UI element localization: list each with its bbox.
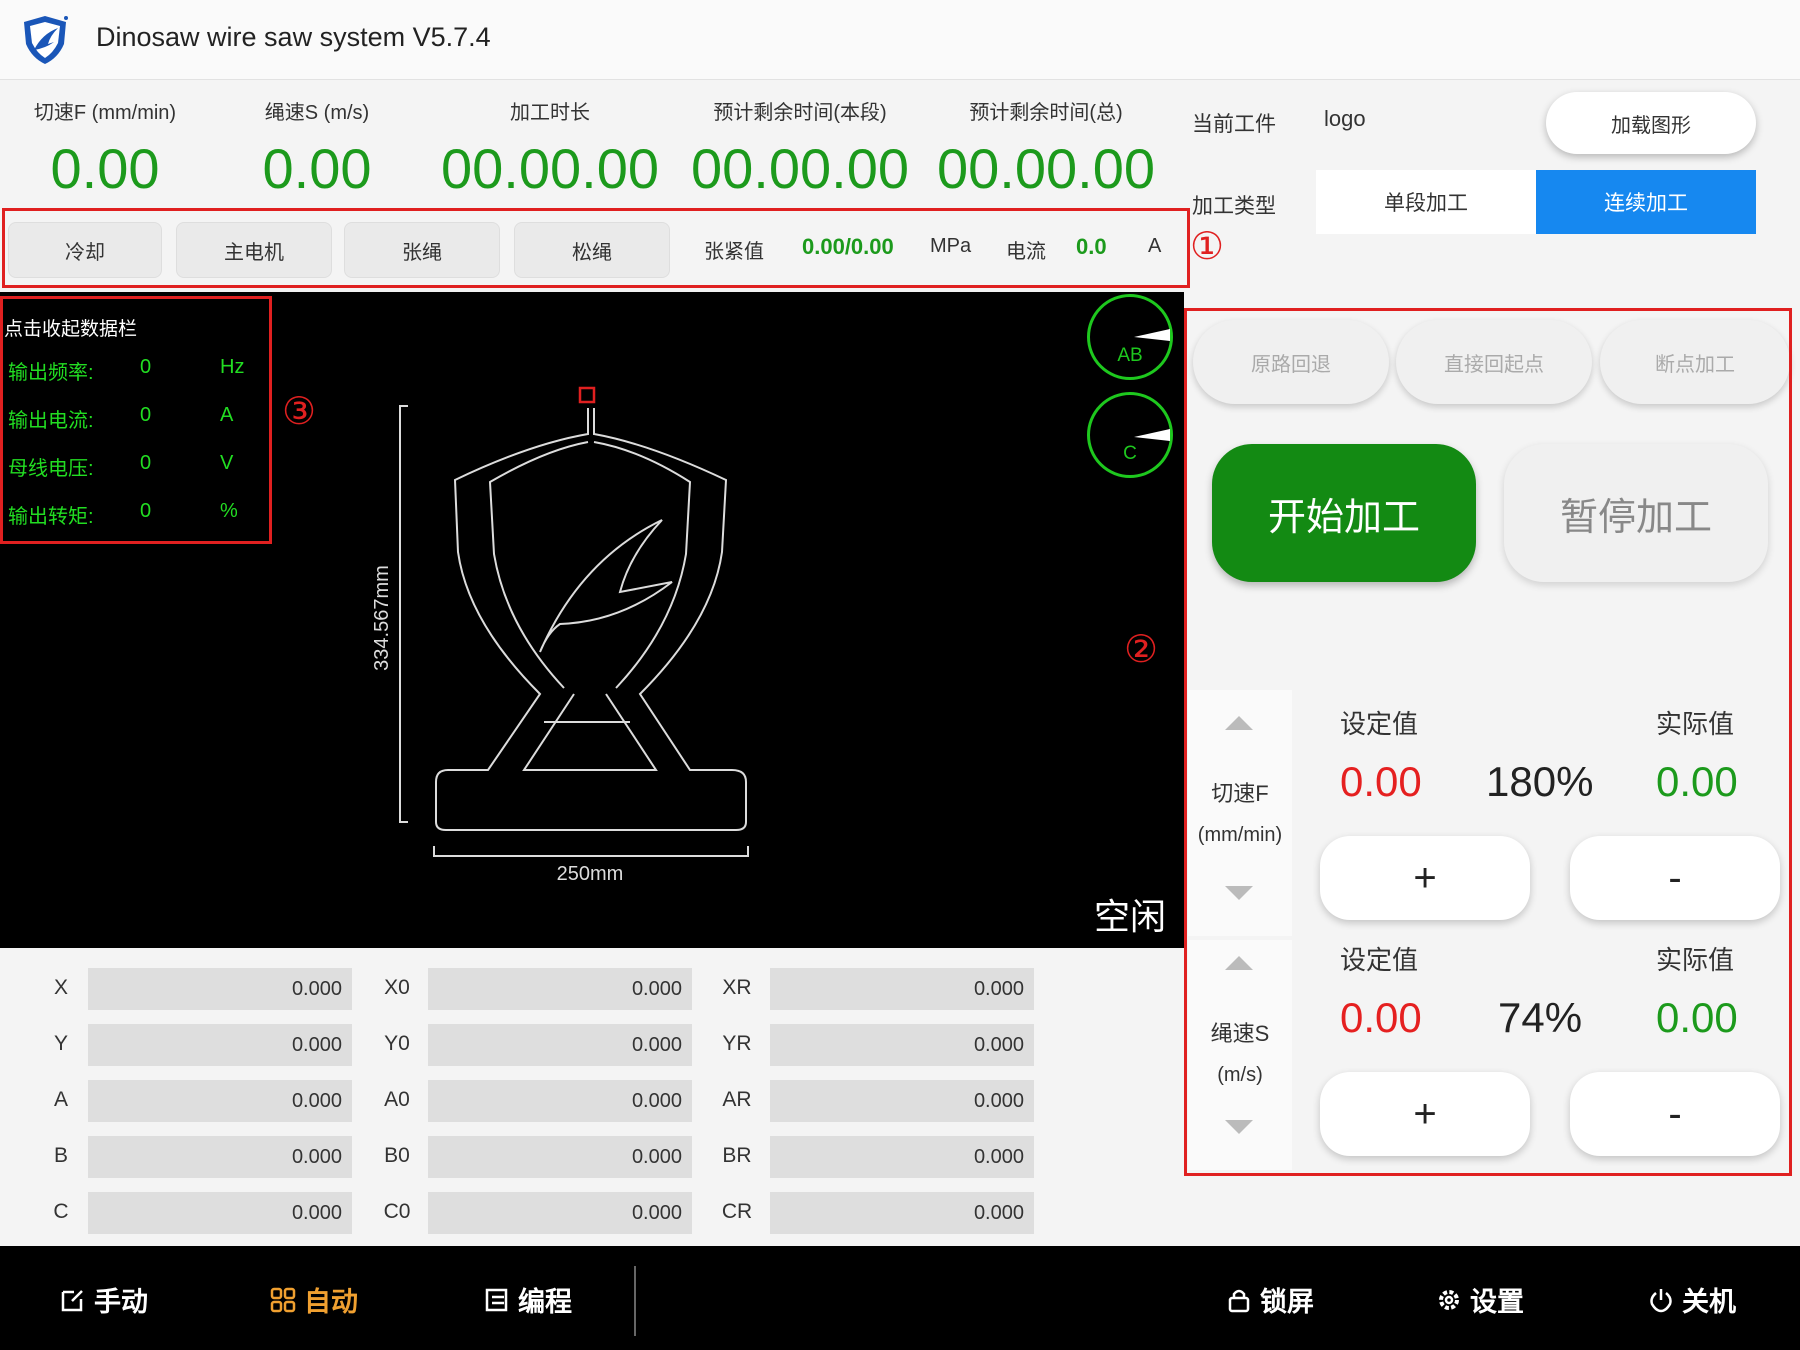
- bottom-nav: 手动 自动 编程 锁屏 设置 关机: [0, 1246, 1800, 1350]
- current-workpiece-label: 当前工件: [1192, 113, 1276, 136]
- stat-elapsed: 加工时长 00.00.00: [440, 80, 660, 199]
- stat-label: 切速F (mm/min): [33, 102, 177, 124]
- nav-auto[interactable]: 自动: [270, 1280, 358, 1319]
- app-title: Dinosaw wire saw system V5.7.4: [96, 22, 491, 52]
- coord-label: B: [53, 1144, 68, 1167]
- stat-cut-speed: 切速F (mm/min) 0.00: [10, 80, 200, 199]
- annotation-number-3: ③: [282, 391, 317, 433]
- stat-value: 00.00.00: [937, 137, 1155, 200]
- coord-label: A0: [384, 1088, 410, 1111]
- nav-label: 自动: [304, 1287, 358, 1317]
- coord-ar-field: 0.000: [770, 1080, 1034, 1122]
- coord-label: C: [53, 1200, 69, 1223]
- coord-label: X: [53, 976, 68, 999]
- coord-label: A: [53, 1088, 68, 1111]
- coord-label: CR: [721, 1200, 753, 1223]
- stat-remain-total: 预计剩余时间(总) 00.00.00: [936, 80, 1156, 199]
- stat-label: 预计剩余时间(总): [969, 102, 1123, 124]
- title-bar: Dinosaw wire saw system V5.7.4: [0, 0, 1800, 80]
- dial-ab: AB: [1087, 294, 1173, 380]
- coord-label: AR: [722, 1088, 752, 1111]
- grid-icon: [270, 1287, 296, 1312]
- coord-label: C0: [383, 1200, 411, 1223]
- coord-cr-field: 0.000: [770, 1192, 1034, 1234]
- annotation-box-3: [0, 296, 272, 544]
- dial-c: C: [1087, 392, 1173, 478]
- coord-label: B0: [384, 1144, 410, 1167]
- nav-shutdown[interactable]: 关机: [1648, 1280, 1736, 1319]
- coord-label: Y: [53, 1032, 68, 1055]
- nav-lock-screen[interactable]: 锁屏: [1226, 1280, 1314, 1319]
- nav-label: 手动: [94, 1287, 148, 1317]
- coord-b-field: 0.000: [88, 1136, 352, 1178]
- coord-a0-field: 0.000: [428, 1080, 692, 1122]
- coord-c-field: 0.000: [88, 1192, 352, 1234]
- power-icon: [1650, 1288, 1672, 1312]
- coord-label: X0: [384, 976, 410, 999]
- coord-label: YR: [722, 1032, 752, 1055]
- annotation-box-1: [2, 208, 1190, 288]
- annotation-box-2: [1184, 308, 1792, 1176]
- nav-label: 设置: [1470, 1287, 1524, 1317]
- single-segment-option[interactable]: 单段加工: [1316, 170, 1536, 234]
- nav-manual[interactable]: 手动: [60, 1280, 148, 1319]
- height-dimension: 334.567mm: [371, 565, 393, 671]
- coord-label: BR: [722, 1144, 752, 1167]
- lock-icon: [1228, 1289, 1250, 1312]
- load-graphic-button[interactable]: 加载图形: [1546, 92, 1756, 154]
- coord-x0-field: 0.000: [428, 968, 692, 1010]
- process-type-label: 加工类型: [1192, 195, 1276, 218]
- annotation-number-1: ①: [1190, 226, 1225, 268]
- nav-label: 锁屏: [1260, 1287, 1314, 1317]
- stat-label: 预计剩余时间(本段): [713, 102, 887, 124]
- coord-label: Y0: [384, 1032, 410, 1055]
- coord-label: XR: [722, 976, 752, 999]
- dial-label: C: [1123, 443, 1137, 464]
- annotation-number-2: ②: [1124, 629, 1159, 671]
- nav-divider: [634, 1266, 636, 1336]
- current-workpiece-name: logo: [1324, 106, 1366, 131]
- coord-x-field: 0.000: [88, 968, 352, 1010]
- dial-label: AB: [1117, 345, 1143, 366]
- stat-label: 加工时长: [510, 102, 590, 124]
- nav-label: 关机: [1682, 1287, 1736, 1317]
- coord-br-field: 0.000: [770, 1136, 1034, 1178]
- nav-label: 编程: [518, 1287, 572, 1317]
- stat-wire-speed: 绳速S (m/s) 0.00: [222, 80, 412, 199]
- coord-y-field: 0.000: [88, 1024, 352, 1066]
- stats-panel: 切速F (mm/min) 0.00 绳速S (m/s) 0.00 加工时长 00…: [0, 80, 1184, 210]
- nav-settings[interactable]: 设置: [1436, 1280, 1524, 1319]
- coord-y0-field: 0.000: [428, 1024, 692, 1066]
- stat-value: 0.00: [50, 137, 160, 200]
- coord-xr-field: 0.000: [770, 968, 1034, 1010]
- stat-value: 0.00: [262, 137, 372, 200]
- stat-value: 00.00.00: [441, 137, 659, 200]
- coord-c0-field: 0.000: [428, 1192, 692, 1234]
- edit-icon: [61, 1289, 83, 1311]
- stat-value: 00.00.00: [691, 137, 909, 200]
- coordinates-panel: X 0.000 X0 0.000 XR 0.000 Y 0.000 Y0 0.0…: [0, 948, 1184, 1246]
- coord-b0-field: 0.000: [428, 1136, 692, 1178]
- machine-status: 空闲: [1094, 896, 1167, 937]
- continuous-option[interactable]: 连续加工: [1536, 170, 1756, 234]
- coord-a-field: 0.000: [88, 1080, 352, 1122]
- stat-label: 绳速S (m/s): [264, 102, 370, 124]
- dinosaw-logo: [24, 16, 68, 64]
- gear-icon: [1439, 1289, 1459, 1310]
- nav-program[interactable]: 编程: [484, 1280, 572, 1319]
- program-icon: [485, 1288, 508, 1311]
- coord-yr-field: 0.000: [770, 1024, 1034, 1066]
- stat-remain-segment: 预计剩余时间(本段) 00.00.00: [690, 80, 910, 199]
- width-dimension: 250mm: [557, 863, 624, 885]
